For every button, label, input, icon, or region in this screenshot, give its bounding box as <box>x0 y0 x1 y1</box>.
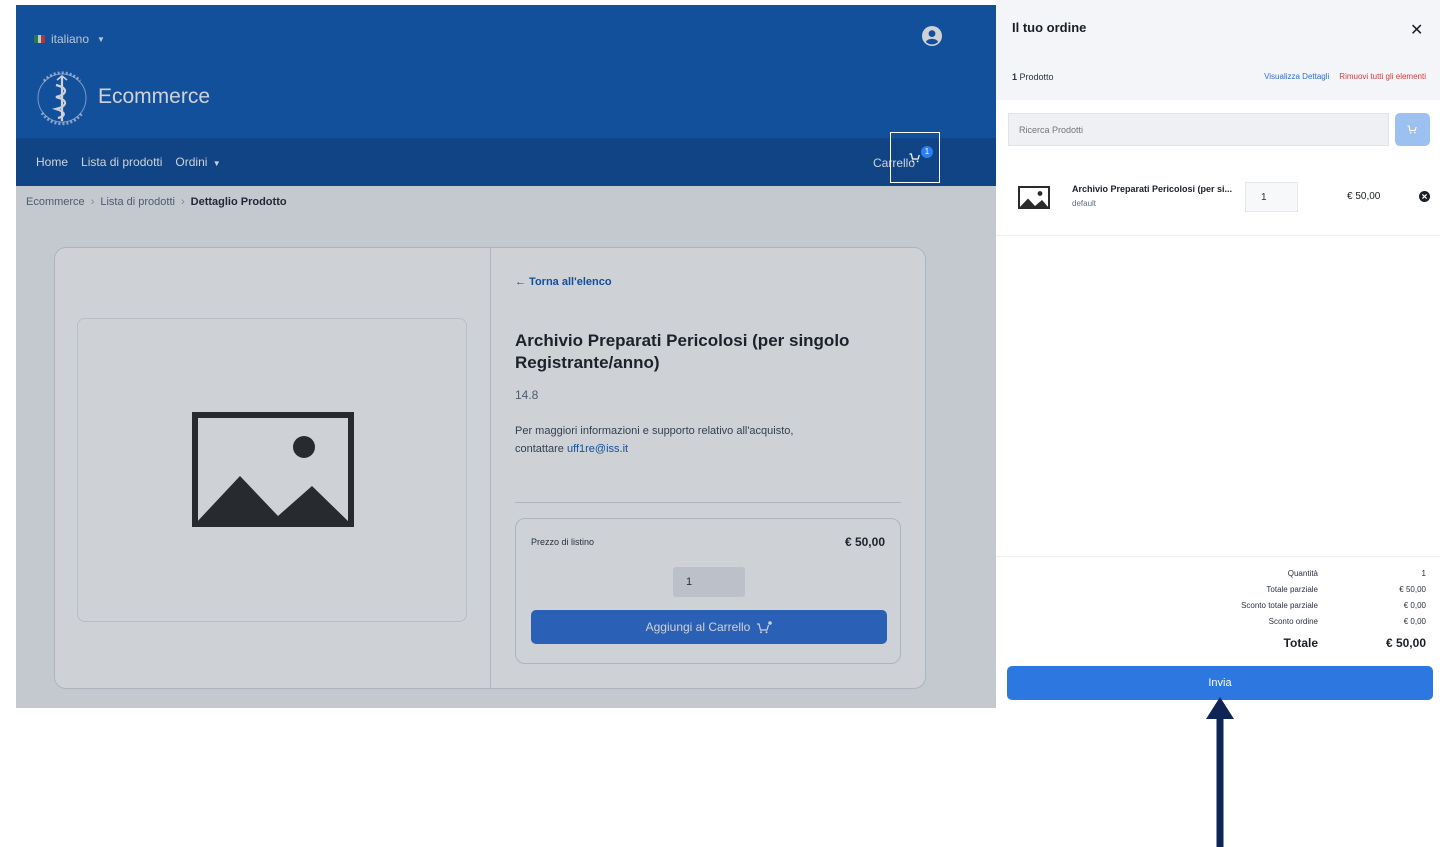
cart-icon <box>909 153 920 163</box>
product-search-input[interactable] <box>1008 113 1389 146</box>
image-placeholder-icon <box>1018 186 1050 209</box>
subtotal-label: Totale parziale <box>1266 585 1318 594</box>
product-count-label: Prodotto <box>1019 72 1054 82</box>
order-discount-label: Sconto ordine <box>1268 617 1318 626</box>
search-cart-button[interactable] <box>1395 113 1430 146</box>
product-count: 1 Prodotto <box>1012 72 1054 82</box>
total-label: Totale <box>1283 636 1318 650</box>
cart-icon <box>1407 125 1417 134</box>
panel-header: Il tuo ordine ✕ 1 Prodotto Visualizza De… <box>996 0 1440 100</box>
panel-title: Il tuo ordine <box>1012 20 1087 35</box>
modal-backdrop[interactable] <box>16 5 996 708</box>
quantity-label: Quantità <box>1287 569 1318 578</box>
cart-item-name[interactable]: Archivio Preparati Pericolosi (per si... <box>1072 184 1232 194</box>
arrow-up-icon <box>1206 697 1234 847</box>
remove-all-link[interactable]: Rimuovi tutti gli elementi <box>1339 72 1426 81</box>
subtotal-value: € 50,00 <box>1399 585 1426 594</box>
order-side-panel: Il tuo ordine ✕ 1 Prodotto Visualizza De… <box>996 0 1440 708</box>
order-totals: Quantità 1 Totale parziale € 50,00 Scont… <box>996 556 1440 650</box>
order-discount-value: € 0,00 <box>1403 617 1426 626</box>
remove-item-icon[interactable] <box>1419 191 1430 202</box>
cart-button[interactable]: 1 <box>890 132 940 183</box>
total-value: € 50,00 <box>1385 636 1426 650</box>
quantity-value: 1 <box>1421 569 1426 578</box>
cart-item-price: € 50,00 <box>1347 191 1381 202</box>
submit-order-button[interactable]: Invia <box>1007 666 1433 700</box>
close-icon[interactable]: ✕ <box>1410 20 1423 40</box>
cart-item-quantity-input[interactable] <box>1245 182 1298 212</box>
cart-count-badge: 1 <box>921 146 933 158</box>
cart-item-row: Archivio Preparati Pericolosi (per si...… <box>996 158 1440 236</box>
subtotal-discount-value: € 0,00 <box>1403 601 1426 610</box>
product-count-number: 1 <box>1012 72 1018 82</box>
view-details-link[interactable]: Visualizza Dettagli <box>1264 72 1329 81</box>
subtotal-discount-label: Sconto totale parziale <box>1241 601 1318 610</box>
cart-item-variant: default <box>1072 199 1097 208</box>
